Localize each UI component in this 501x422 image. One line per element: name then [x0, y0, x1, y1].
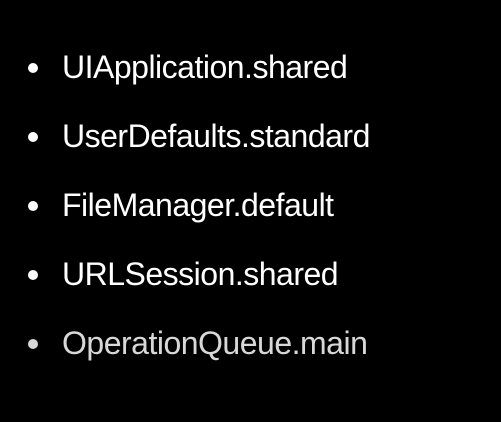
bullet-text: OperationQueue.main: [62, 325, 368, 361]
bullet-text: URLSession.shared: [62, 256, 339, 292]
bullet-item-uiapplication-shared: UIApplication.shared: [28, 47, 493, 88]
bullet-list: UIApplication.shared UserDefaults.standa…: [28, 47, 493, 364]
bullet-dot-icon: [28, 338, 38, 349]
bullet-dot-icon: [28, 62, 38, 73]
bullet-item-userdefaults-standard: UserDefaults.standard: [28, 116, 493, 157]
bullet-item-operationqueue-main: OperationQueue.main: [28, 323, 493, 364]
bullet-text: UIApplication.shared: [62, 49, 348, 85]
bullet-text: UserDefaults.standard: [62, 118, 370, 154]
bullet-item-filemanager-default: FileManager.default: [28, 185, 493, 226]
slide: UIApplication.shared UserDefaults.standa…: [0, 0, 501, 422]
bullet-text: FileManager.default: [62, 187, 334, 223]
bullet-dot-icon: [28, 131, 38, 142]
bullet-dot-icon: [28, 269, 38, 280]
bullet-dot-icon: [28, 200, 38, 211]
bullet-item-urlsession-shared: URLSession.shared: [28, 254, 493, 295]
